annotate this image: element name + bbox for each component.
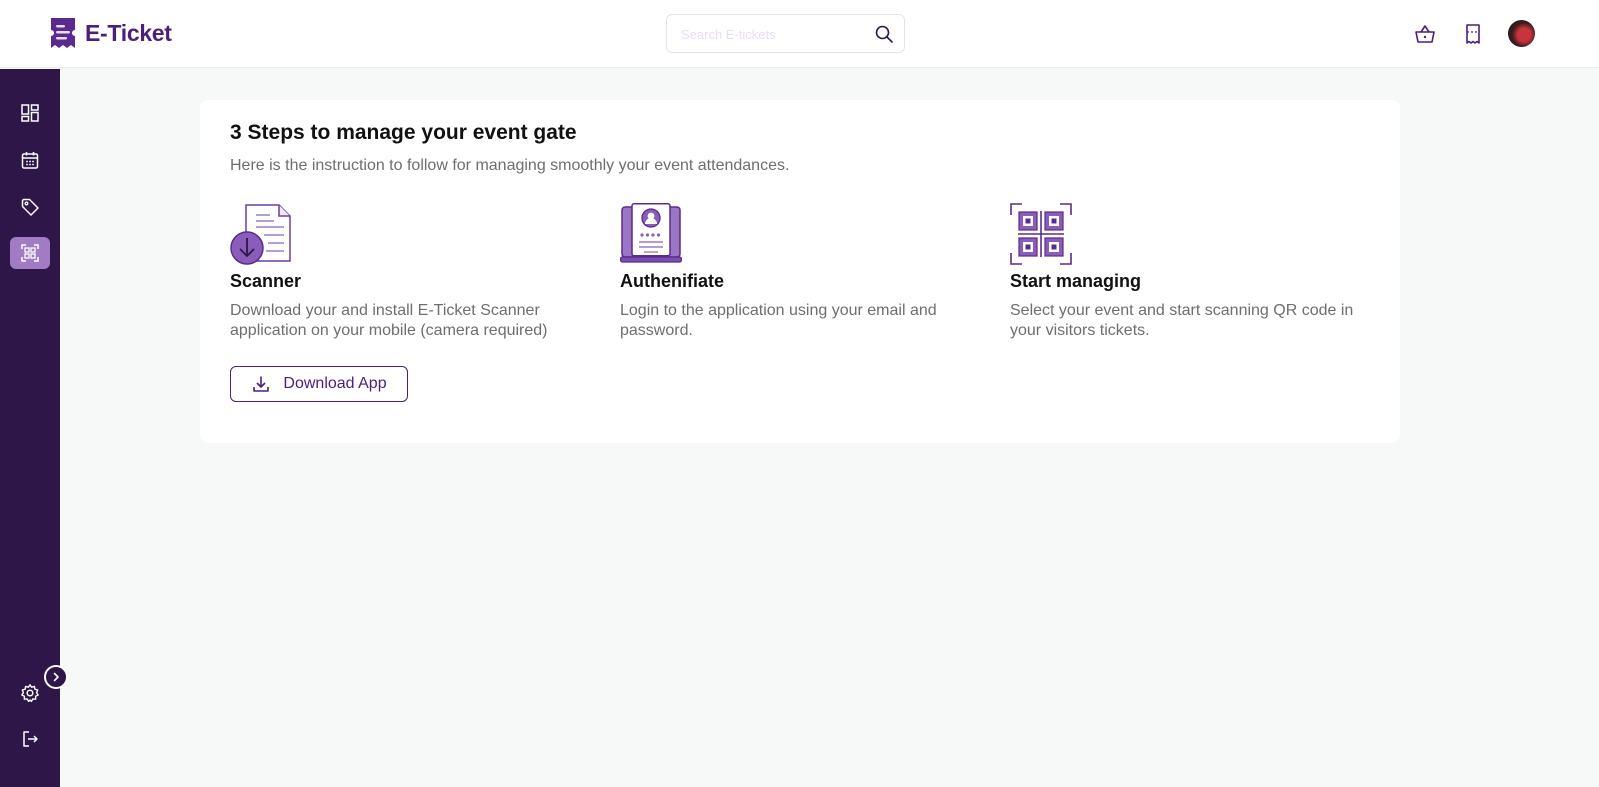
step-description: Login to the application using your emai… xyxy=(620,302,937,339)
page-subtitle: Here is the instruction to follow for ma… xyxy=(230,157,790,174)
download-app-label: Download App xyxy=(283,375,387,392)
ticket-icon[interactable] xyxy=(1461,22,1485,46)
step-authenticate: Authenifiate Login to the application us… xyxy=(620,203,980,341)
download-app-button[interactable]: Download App xyxy=(230,366,408,402)
step-description: Select your event and start scanning QR … xyxy=(1010,302,1354,339)
step-description: Download your and install E-Ticket Scann… xyxy=(230,302,548,339)
sidebar-item-dashboard[interactable] xyxy=(10,97,50,129)
document-download-icon xyxy=(230,204,291,265)
settings-icon xyxy=(21,684,39,703)
search-icon[interactable] xyxy=(874,24,894,44)
calendar-icon xyxy=(21,152,39,169)
sidebar-toggle-button[interactable] xyxy=(44,665,68,689)
basket-icon[interactable] xyxy=(1413,22,1437,46)
chevron-right-icon xyxy=(53,672,59,682)
instructions-card: 3 Steps to manage your event gate Here i… xyxy=(200,100,1400,443)
user-avatar[interactable] xyxy=(1508,20,1535,47)
step-title: Authenifiate xyxy=(620,271,725,291)
top-header: E-Ticket xyxy=(0,0,1599,68)
sidebar-item-logout[interactable] xyxy=(10,723,50,755)
step-title: Scanner xyxy=(230,271,302,291)
step-title: Start managing xyxy=(1010,271,1142,291)
tag-icon xyxy=(21,198,39,216)
ticket-logo-icon xyxy=(51,18,75,48)
brand-name: E-Ticket xyxy=(85,19,172,46)
sidebar-item-calendar[interactable] xyxy=(10,144,50,176)
qr-scan-icon xyxy=(21,244,39,262)
search-input[interactable] xyxy=(681,24,861,44)
step-start-managing: Start managing Select your event and sta… xyxy=(1010,203,1370,341)
search-box[interactable] xyxy=(666,14,905,53)
page-title: 3 Steps to manage your event gate xyxy=(230,121,577,144)
qr-code-icon xyxy=(1010,203,1072,265)
sidebar-item-settings[interactable] xyxy=(10,677,50,709)
download-icon xyxy=(253,376,270,392)
sidebar-item-tags[interactable] xyxy=(10,191,50,223)
logo[interactable]: E-Ticket xyxy=(49,18,172,48)
dashboard-icon xyxy=(21,104,39,122)
logout-icon xyxy=(23,731,38,747)
sidebar-item-scanner[interactable] xyxy=(10,237,50,269)
id-card-laptop-icon xyxy=(620,203,682,263)
step-scanner: Scanner Download your and install E-Tick… xyxy=(230,203,590,341)
